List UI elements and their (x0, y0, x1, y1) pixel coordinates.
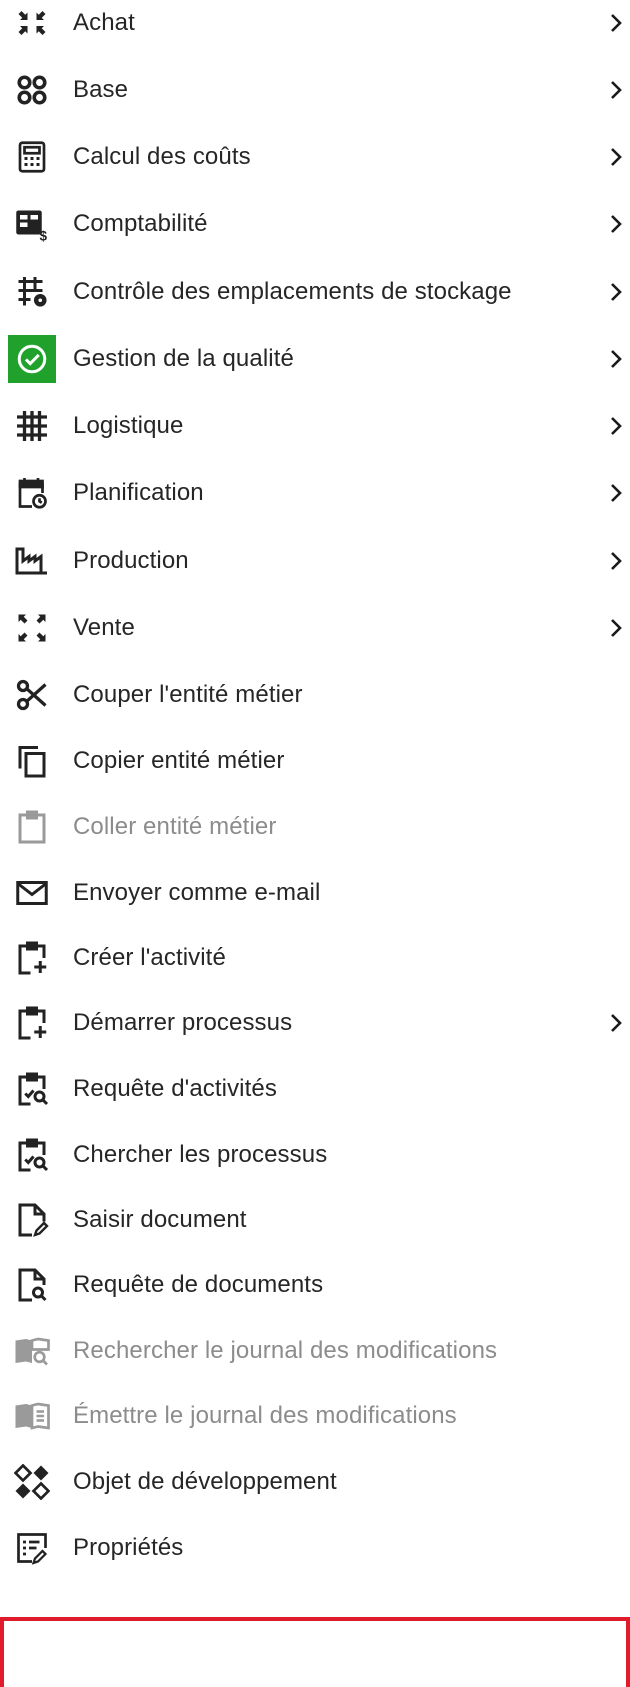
menu-item[interactable]: Envoyer comme e-mail (0, 865, 630, 921)
diamonds-icon (14, 1464, 50, 1500)
chevron-right-icon (608, 146, 624, 168)
menu-item-label: Vente (73, 614, 135, 641)
menu-item-label: Logistique (73, 412, 184, 439)
menu-item[interactable]: $ Comptabilité (0, 196, 630, 252)
chevron-right-icon (608, 12, 624, 34)
collapse-arrows-icon (14, 5, 50, 41)
menu-item[interactable]: Gestion de la qualité (0, 331, 630, 387)
menu-item[interactable]: Contrôle des emplacements de stockage (0, 264, 630, 320)
expand-arrows-icon (14, 610, 50, 646)
grid-icon (14, 408, 50, 444)
menu-item[interactable]: Logistique (0, 398, 630, 454)
menu-item-label: Objet de développement (73, 1468, 337, 1495)
chevron-right-icon (608, 79, 624, 101)
menu-item[interactable]: Coller entité métier (0, 799, 630, 855)
menu-item[interactable]: Rechercher le journal des modifications (0, 1323, 630, 1379)
ledger-dollar-icon: $ (14, 206, 50, 242)
menu-item-label: Achat (73, 9, 135, 36)
document-pen-icon (14, 1202, 50, 1238)
menu-item-label: Chercher les processus (73, 1141, 328, 1168)
menu-item-label: Contrôle des emplacements de stockage (73, 278, 512, 305)
menu-item-label: Requête de documents (73, 1271, 324, 1298)
envelope-icon (14, 875, 50, 911)
menu-item[interactable]: Créer l'activité (0, 930, 630, 986)
menu-item[interactable]: Requête d'activités (0, 1061, 630, 1117)
document-search-icon (14, 1267, 50, 1303)
menu-item[interactable]: Vente (0, 600, 630, 656)
chevron-right-icon (608, 550, 624, 572)
menu-item-label: Coller entité métier (73, 813, 277, 840)
chevron-right-icon (608, 213, 624, 235)
menu-item[interactable]: Couper l'entité métier (0, 667, 630, 723)
menu-item[interactable]: Émettre le journal des modifications (0, 1388, 630, 1444)
menu-item[interactable]: Requête de documents (0, 1257, 630, 1313)
book-search-icon (14, 1333, 50, 1369)
menu-item[interactable]: Base (0, 62, 630, 118)
clipboard-plus-icon (14, 940, 50, 976)
menu-item-label: Créer l'activité (73, 944, 226, 971)
calendar-clock-icon (14, 475, 50, 511)
scissors-icon (14, 677, 50, 713)
grid-gear-icon (14, 274, 50, 310)
menu-item-label: Propriétés (73, 1534, 184, 1561)
menu-item-label: Rechercher le journal des modifications (73, 1337, 498, 1364)
menu-item-label: Émettre le journal des modifications (73, 1402, 457, 1429)
chevron-right-icon (608, 415, 624, 437)
menu-item[interactable]: Objet de développement (0, 1454, 630, 1510)
context-menu: Achat Base Calcul des coûts $ Comptabilité Co… (0, 0, 630, 1687)
menu-item[interactable]: Propriétés (0, 1520, 630, 1576)
menu-item[interactable]: Calcul des coûts (0, 129, 630, 185)
four-circles-icon (14, 72, 50, 108)
menu-item-label: Gestion de la qualité (73, 345, 294, 372)
menu-item[interactable]: Achat (0, 0, 630, 51)
check-circle-icon (14, 341, 50, 377)
chevron-right-icon (608, 617, 624, 639)
menu-item-label: Production (73, 547, 189, 574)
properties-icon (14, 1530, 50, 1566)
menu-item-label: Démarrer processus (73, 1009, 293, 1036)
menu-item[interactable]: Démarrer processus (0, 995, 630, 1051)
menu-item-label: Calcul des coûts (73, 143, 251, 170)
menu-item[interactable]: Saisir document (0, 1192, 630, 1248)
menu-item[interactable]: Chercher les processus (0, 1127, 630, 1183)
clipboard-search-icon (14, 1137, 50, 1173)
chevron-right-icon (608, 348, 624, 370)
menu-item[interactable]: Production (0, 533, 630, 589)
chevron-right-icon (608, 482, 624, 504)
menu-item-label: Base (73, 76, 129, 103)
svg-text:$: $ (40, 229, 48, 243)
menu-item-label: Couper l'entité métier (73, 681, 303, 708)
menu-item-label: Envoyer comme e-mail (73, 879, 321, 906)
clipboard-search-icon (14, 1071, 50, 1107)
menu-item[interactable]: Planification (0, 465, 630, 521)
menu-item-label: Requête d'activités (73, 1075, 277, 1102)
menu-item-label: Planification (73, 479, 204, 506)
clipboard-icon (14, 809, 50, 845)
book-icon (14, 1398, 50, 1434)
factory-icon (14, 543, 50, 579)
calculator-icon (14, 139, 50, 175)
copy-icon (14, 743, 50, 779)
clipboard-plus-icon (14, 1005, 50, 1041)
chevron-right-icon (608, 1012, 624, 1034)
menu-item-label: Copier entité métier (73, 747, 285, 774)
menu-item-label: Comptabilité (73, 210, 208, 237)
chevron-right-icon (608, 281, 624, 303)
selection-highlight (0, 1617, 630, 1687)
menu-item[interactable]: Copier entité métier (0, 733, 630, 789)
menu-item-label: Saisir document (73, 1206, 247, 1233)
